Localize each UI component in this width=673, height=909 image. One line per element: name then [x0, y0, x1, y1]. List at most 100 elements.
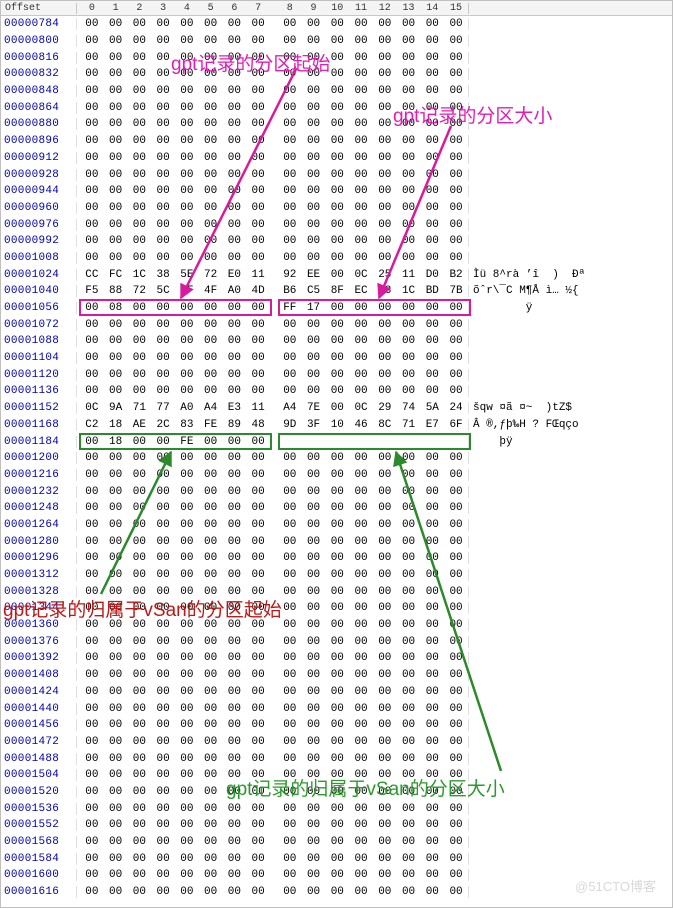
byte-cell[interactable]: 00 — [420, 135, 444, 147]
byte-cell[interactable]: 00 — [325, 152, 349, 164]
byte-cell[interactable]: 00 — [175, 302, 199, 314]
byte-cell[interactable]: 00 — [302, 68, 326, 80]
byte-cell[interactable]: 00 — [104, 452, 128, 464]
byte-cell[interactable]: 00 — [325, 869, 349, 881]
byte-cell[interactable]: 00 — [420, 853, 444, 865]
byte-cell[interactable]: 00 — [128, 352, 152, 364]
byte-cell[interactable]: 00 — [302, 118, 326, 130]
byte-cell[interactable]: 00 — [373, 519, 397, 531]
byte-cell[interactable]: 00 — [278, 803, 302, 815]
byte-cell[interactable]: 00 — [302, 35, 326, 47]
hex-row[interactable]: 0000160000000000000000000000000000000000 — [1, 867, 672, 884]
byte-cell[interactable]: 00 — [302, 85, 326, 97]
byte-cell[interactable]: 00 — [246, 736, 270, 748]
byte-cell[interactable]: 00 — [175, 769, 199, 781]
byte-cell[interactable]: 00 — [199, 803, 223, 815]
byte-cell[interactable]: 00 — [278, 369, 302, 381]
byte-cell[interactable]: 00 — [444, 686, 468, 698]
byte-cell[interactable]: 00 — [420, 686, 444, 698]
byte-cell[interactable]: 2C — [151, 419, 175, 431]
byte-cell[interactable]: 4D — [246, 285, 270, 297]
byte-cell[interactable]: 00 — [128, 486, 152, 498]
byte-cell[interactable]: 00 — [80, 753, 104, 765]
byte-cell[interactable]: 00 — [128, 202, 152, 214]
byte-cell[interactable]: 00 — [223, 502, 247, 514]
byte-cell[interactable]: 00 — [302, 502, 326, 514]
byte-cell[interactable]: 00 — [223, 636, 247, 648]
hex-row[interactable]: 0000152000000000000000000000000000000000 — [1, 784, 672, 801]
byte-cell[interactable]: 00 — [420, 519, 444, 531]
byte-cell[interactable]: 00 — [373, 619, 397, 631]
byte-cell[interactable]: 00 — [397, 352, 421, 364]
byte-cell[interactable]: 83 — [175, 419, 199, 431]
byte-cell[interactable]: 00 — [128, 836, 152, 848]
byte-cell[interactable]: 00 — [373, 35, 397, 47]
byte-cell[interactable]: 00 — [349, 719, 373, 731]
byte-cell[interactable]: 00 — [246, 819, 270, 831]
hex-row[interactable]: 0000118400180000FE000000 þÿ — [1, 433, 672, 450]
byte-cell[interactable]: 00 — [175, 636, 199, 648]
byte-cell[interactable]: 00 — [325, 319, 349, 331]
byte-cell[interactable]: 00 — [151, 736, 175, 748]
byte-cell[interactable]: 5C — [151, 285, 175, 297]
byte-cell[interactable]: 00 — [151, 686, 175, 698]
byte-cell[interactable]: 00 — [349, 536, 373, 548]
byte-cell[interactable]: 00 — [278, 769, 302, 781]
byte-cell[interactable]: 00 — [80, 769, 104, 781]
byte-cell[interactable]: 00 — [223, 719, 247, 731]
byte-cell[interactable]: 00 — [349, 569, 373, 581]
byte-cell[interactable]: 00 — [302, 235, 326, 247]
byte-cell[interactable]: 00 — [223, 619, 247, 631]
byte-cell[interactable]: 00 — [420, 469, 444, 481]
byte-cell[interactable]: 00 — [199, 703, 223, 715]
byte-cell[interactable]: 00 — [175, 252, 199, 264]
byte-cell[interactable]: 00 — [199, 736, 223, 748]
byte-cell[interactable]: 00 — [302, 252, 326, 264]
byte-cell[interactable]: 00 — [302, 519, 326, 531]
byte-cell[interactable]: 00 — [373, 85, 397, 97]
byte-cell[interactable]: 4F — [199, 285, 223, 297]
hex-row[interactable]: 0000086400000000000000000000000000000000 — [1, 99, 672, 116]
byte-cell[interactable]: 00 — [175, 135, 199, 147]
byte-cell[interactable]: 00 — [175, 352, 199, 364]
byte-cell[interactable]: 00 — [325, 686, 349, 698]
byte-cell[interactable]: E0 — [223, 269, 247, 281]
hex-row[interactable]: 000011520C9A7177A0A4E311A47E000C29745A24… — [1, 400, 672, 417]
byte-cell[interactable]: 00 — [373, 886, 397, 898]
byte-cell[interactable]: 00 — [373, 385, 397, 397]
byte-cell[interactable]: 00 — [373, 118, 397, 130]
byte-cell[interactable]: 00 — [373, 552, 397, 564]
byte-cell[interactable]: 00 — [199, 719, 223, 731]
byte-cell[interactable]: 00 — [104, 803, 128, 815]
byte-cell[interactable]: 00 — [373, 469, 397, 481]
byte-cell[interactable]: 00 — [104, 652, 128, 664]
hex-row[interactable]: 0000140800000000000000000000000000000000 — [1, 667, 672, 684]
byte-cell[interactable]: 00 — [397, 202, 421, 214]
byte-cell[interactable]: 00 — [151, 102, 175, 114]
byte-cell[interactable]: 00 — [223, 686, 247, 698]
byte-cell[interactable]: 00 — [302, 335, 326, 347]
byte-cell[interactable]: 00 — [80, 319, 104, 331]
byte-cell[interactable]: 00 — [128, 35, 152, 47]
byte-cell[interactable]: 00 — [104, 719, 128, 731]
byte-cell[interactable]: 00 — [420, 319, 444, 331]
byte-cell[interactable]: 00 — [278, 352, 302, 364]
byte-cell[interactable]: 00 — [199, 536, 223, 548]
byte-cell[interactable]: 00 — [349, 302, 373, 314]
byte-cell[interactable]: 00 — [349, 202, 373, 214]
byte-cell[interactable]: 00 — [420, 35, 444, 47]
byte-cell[interactable]: 00 — [349, 102, 373, 114]
byte-cell[interactable]: 00 — [199, 669, 223, 681]
byte-cell[interactable]: 00 — [104, 619, 128, 631]
byte-cell[interactable]: 00 — [199, 569, 223, 581]
byte-cell[interactable]: 88 — [104, 285, 128, 297]
hex-row[interactable]: 0000080000000000000000000000000000000000 — [1, 33, 672, 50]
byte-cell[interactable]: 00 — [278, 853, 302, 865]
byte-cell[interactable]: 00 — [246, 385, 270, 397]
byte-cell[interactable]: FE — [175, 436, 199, 448]
byte-cell[interactable]: B6 — [278, 285, 302, 297]
byte-cell[interactable] — [420, 436, 444, 448]
hex-row[interactable]: 0000150400000000000000000000000000000000 — [1, 767, 672, 784]
byte-cell[interactable]: 00 — [128, 569, 152, 581]
byte-cell[interactable]: 00 — [80, 836, 104, 848]
